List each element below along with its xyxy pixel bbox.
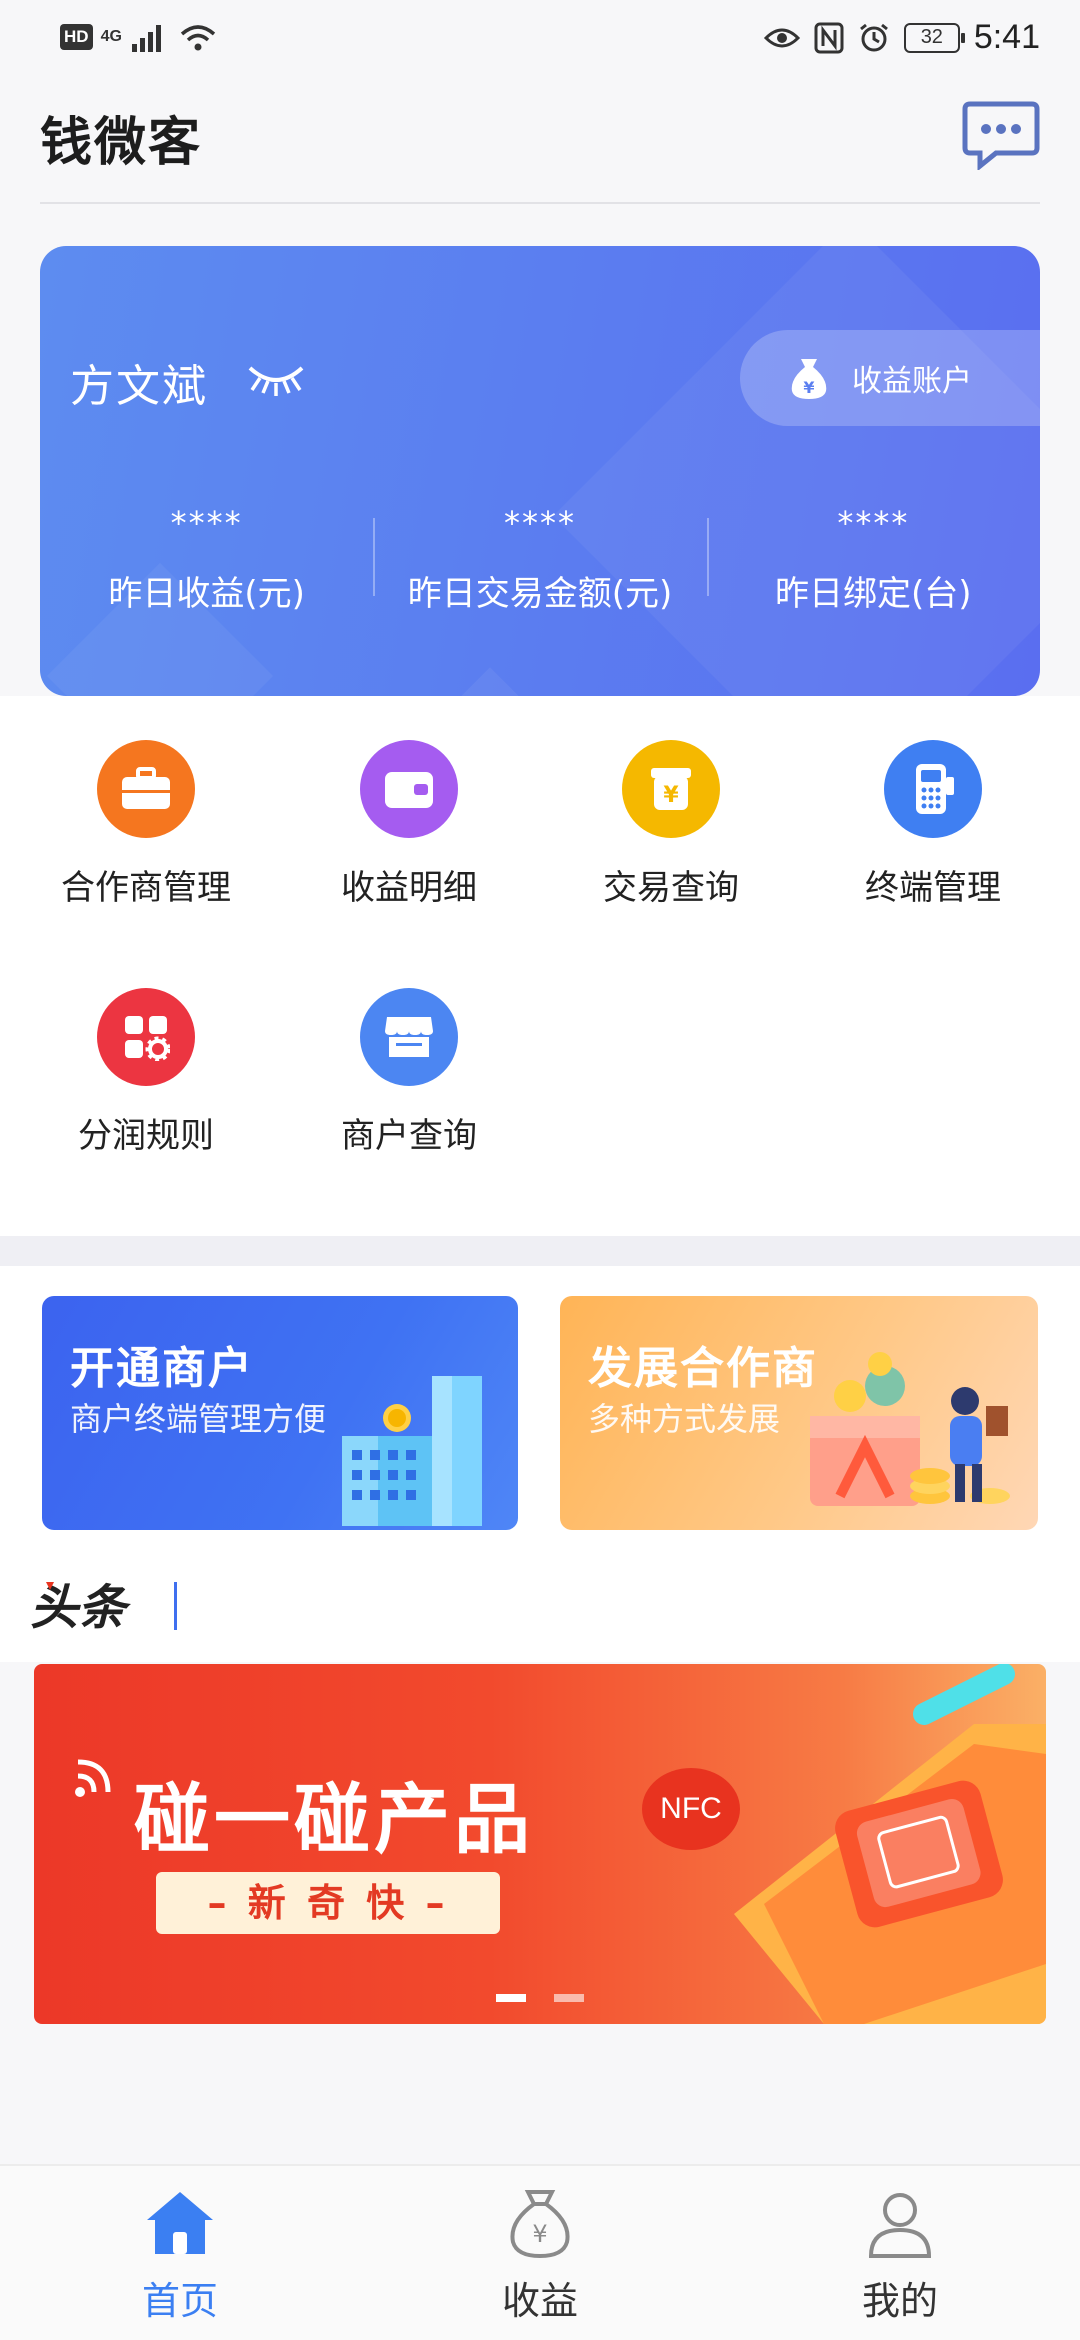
menu-transaction-query[interactable]: ¥ 交易查询	[540, 740, 802, 909]
briefcase-icon	[97, 740, 195, 838]
clock: 5:41	[973, 18, 1040, 56]
buildings-illustration	[342, 1376, 482, 1526]
promo-carousel[interactable]: 碰一碰产品 – 新 奇 快 – NFC	[34, 1664, 1046, 2024]
menu-terminal-management[interactable]: 终端管理	[802, 740, 1064, 909]
app-header: 钱微客	[40, 80, 1040, 204]
money-bag-icon: ¥	[510, 2190, 570, 2259]
money-bag-icon: ¥	[791, 359, 827, 399]
eye-closed-icon	[248, 366, 304, 396]
headlines-divider	[174, 1582, 177, 1630]
menu-partner-management[interactable]: 合作商管理	[15, 740, 277, 909]
section-divider	[0, 1236, 1080, 1266]
menu-label: 终端管理	[865, 868, 1001, 908]
cell-signal-icon	[131, 25, 161, 52]
headlines-wordmark-icon: 头条	[30, 1580, 131, 1634]
menu-label: 合作商管理	[61, 868, 231, 908]
chat-bubble-icon	[962, 101, 1040, 172]
stat-yesterday-earnings[interactable]: **** 昨日收益(元)	[40, 504, 373, 634]
menu-label: 交易查询	[603, 868, 739, 908]
tab-label: 收益	[501, 2279, 578, 2323]
tab-label: 我的	[861, 2279, 938, 2323]
yen-bag-icon: ¥	[622, 740, 720, 838]
promo-section: 开通商户 商户终端管理方便 发展合作商 多种方式发展 头条	[0, 1266, 1080, 1662]
carousel-indicators	[496, 1994, 584, 2002]
nfc-icon	[814, 22, 844, 53]
menu-label: 收益明细	[341, 868, 477, 908]
stat-value: ****	[837, 504, 910, 542]
stat-value: ****	[170, 504, 243, 542]
stat-label: 昨日收益(元)	[108, 574, 305, 614]
bottom-navigation: 首页 ¥ 收益 我的	[0, 2164, 1080, 2340]
network-type: 4G	[100, 28, 122, 45]
svg-text:¥: ¥	[663, 783, 679, 808]
promo-subtitle: 多种方式发展	[588, 1400, 781, 1438]
promo-title: 发展合作商	[588, 1343, 818, 1394]
battery-level: 32	[920, 26, 943, 48]
wifi-icon	[180, 25, 216, 51]
phone-illustration	[734, 1664, 1046, 2024]
stats-row: **** 昨日收益(元) **** 昨日交易金额(元) **** 昨日绑定(台)	[40, 504, 1040, 634]
menu-earnings-detail[interactable]: 收益明细	[278, 740, 540, 909]
menu-merchant-query[interactable]: 商户查询	[278, 988, 540, 1157]
partner-illustration	[810, 1352, 1010, 1506]
message-button[interactable]	[962, 100, 1040, 172]
store-icon	[360, 988, 458, 1086]
pos-terminal-icon	[884, 740, 982, 838]
tab-home[interactable]: 首页	[0, 2166, 360, 2340]
menu-label: 分润规则	[78, 1116, 214, 1156]
stat-yesterday-trade-amount[interactable]: **** 昨日交易金额(元)	[373, 504, 706, 634]
status-right: 32 5:41	[763, 18, 1040, 57]
develop-partner-banner[interactable]: 发展合作商 多种方式发展	[560, 1296, 1038, 1530]
earnings-account-label: 收益账户	[852, 364, 972, 399]
earnings-account-button[interactable]: ¥ 收益账户	[740, 330, 1040, 426]
alarm-icon	[859, 23, 888, 51]
svg-text:¥: ¥	[803, 378, 814, 397]
wallet-icon	[360, 740, 458, 838]
menu-label: 商户查询	[341, 1116, 477, 1156]
status-bar: HD 4G 32 5:41	[0, 0, 1080, 80]
carousel-dot[interactable]	[554, 1994, 584, 2002]
tab-earnings[interactable]: ¥ 收益	[360, 2166, 720, 2340]
promo-title: 开通商户	[70, 1343, 254, 1394]
eye-comfort-icon	[763, 28, 800, 47]
function-menu: 合作商管理 收益明细 ¥ 交易查询 终端管理 分润规则 商户查询	[0, 696, 1080, 1236]
stat-yesterday-bound-devices[interactable]: **** 昨日绑定(台)	[706, 504, 1040, 634]
svg-text:¥: ¥	[532, 2220, 547, 2248]
visibility-toggle[interactable]	[244, 358, 308, 398]
user-name: 方文斌	[70, 361, 208, 412]
hd-badge: HD	[60, 24, 93, 50]
card-decoration	[221, 667, 759, 696]
home-icon	[147, 2192, 213, 2254]
user-icon	[868, 2193, 932, 2258]
grid-gear-icon	[97, 988, 195, 1086]
menu-profit-sharing-rules[interactable]: 分润规则	[15, 988, 277, 1157]
open-merchant-banner[interactable]: 开通商户 商户终端管理方便	[42, 1296, 518, 1530]
promo-subtitle: 商户终端管理方便	[70, 1400, 327, 1438]
carousel-tagline: – 新 奇 快 –	[156, 1872, 500, 1934]
carousel-dot[interactable]	[496, 1994, 526, 2002]
battery-indicator: 32	[903, 22, 965, 53]
stat-label: 昨日交易金额(元)	[407, 574, 673, 614]
stat-label: 昨日绑定(台)	[775, 574, 972, 614]
earnings-summary-card: 方文斌 ¥ 收益账户 **** 昨日收益(元) **** 昨日交易金额(元) *…	[40, 246, 1040, 696]
headlines-logo: 头条	[30, 1576, 154, 1636]
signal-waves-icon	[75, 1759, 111, 1797]
carousel-title: 碰一碰产品	[134, 1775, 534, 1864]
tab-mine[interactable]: 我的	[720, 2166, 1080, 2340]
stat-value: ****	[503, 504, 576, 542]
svg-text:头条: 头条	[30, 1580, 131, 1634]
nfc-badge: NFC	[642, 1768, 740, 1850]
tab-label: 首页	[141, 2279, 218, 2323]
status-left: HD 4G	[60, 22, 218, 52]
app-title: 钱微客	[40, 113, 203, 173]
